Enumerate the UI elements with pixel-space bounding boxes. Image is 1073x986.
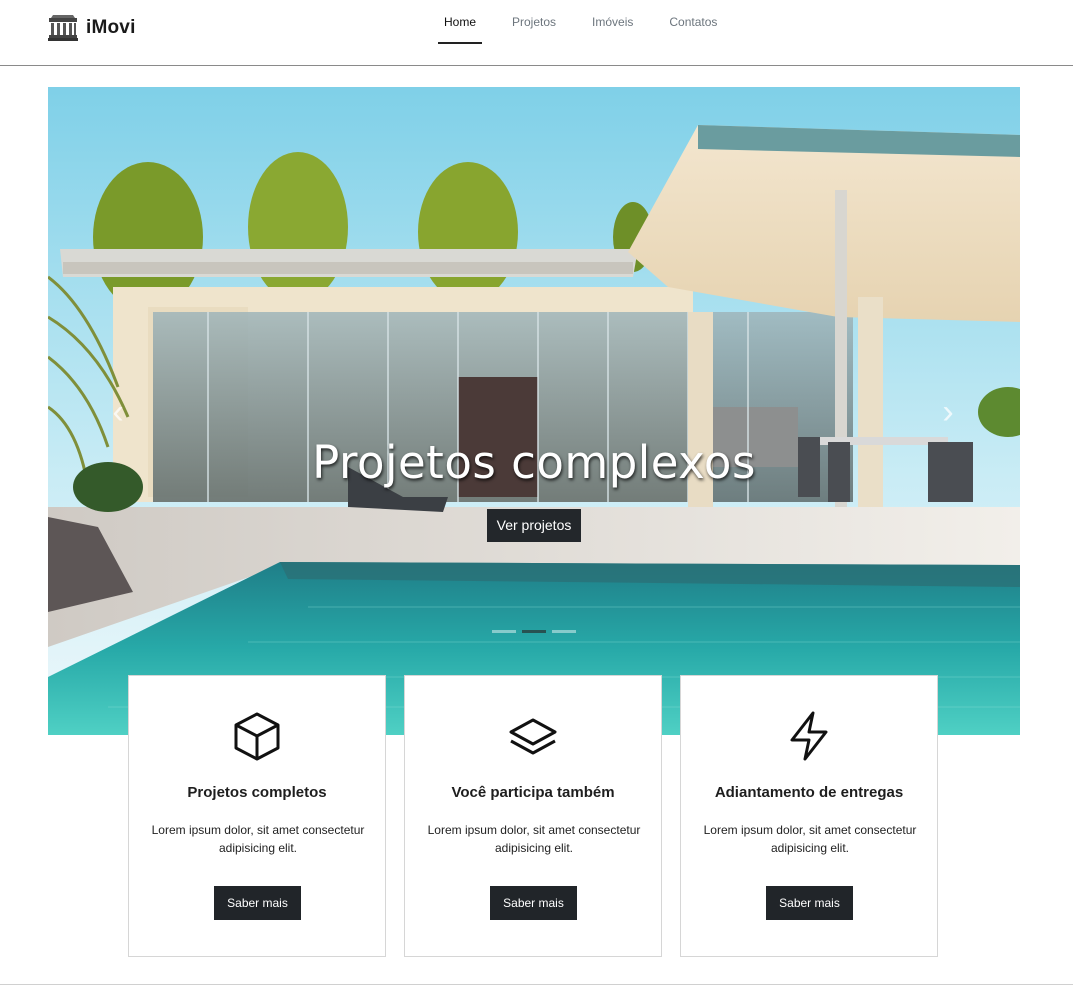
saber-mais-button[interactable]: Saber mais bbox=[490, 886, 577, 920]
feature-card: Adiantamento de entregas Lorem ipsum dol… bbox=[680, 675, 938, 957]
carousel-next-button[interactable]: › bbox=[933, 387, 963, 437]
hero-house-image bbox=[48, 87, 1020, 735]
navbar: iMovi Home Projetos Imóveis Contatos bbox=[0, 0, 1073, 66]
chevron-right-icon: › bbox=[942, 392, 954, 431]
carousel-indicator[interactable] bbox=[552, 630, 576, 633]
card-title: Você participa também bbox=[451, 784, 615, 801]
feature-card: Projetos completos Lorem ipsum dolor, si… bbox=[128, 675, 386, 957]
saber-mais-button[interactable]: Saber mais bbox=[214, 886, 301, 920]
chevron-left-icon: ‹ bbox=[112, 392, 124, 431]
feature-card: Você participa também Lorem ipsum dolor,… bbox=[404, 675, 662, 957]
carousel-indicator[interactable] bbox=[492, 630, 516, 633]
card-title: Adiantamento de entregas bbox=[714, 784, 904, 801]
carousel-caption: Projetos complexos Ver projetos bbox=[48, 437, 1020, 542]
brand-name: iMovi bbox=[86, 17, 136, 38]
card-text: Lorem ipsum dolor, sit amet consectetur … bbox=[427, 823, 641, 855]
nav-contatos[interactable]: Contatos bbox=[669, 0, 717, 44]
ver-projetos-button[interactable]: Ver projetos bbox=[486, 509, 582, 542]
card-text: Lorem ipsum dolor, sit amet consectetur … bbox=[151, 823, 365, 855]
layers-icon bbox=[405, 710, 661, 762]
footer-divider bbox=[0, 984, 1073, 985]
saber-mais-button[interactable]: Saber mais bbox=[766, 886, 853, 920]
carousel-prev-button[interactable]: ‹ bbox=[103, 387, 133, 437]
card-text: Lorem ipsum dolor, sit amet consectetur … bbox=[703, 823, 917, 855]
main-nav: Home Projetos Imóveis Contatos bbox=[438, 0, 717, 44]
carousel-caption-title: Projetos complexos bbox=[312, 436, 756, 489]
carousel-indicator[interactable] bbox=[522, 630, 546, 633]
zap-icon bbox=[681, 710, 937, 762]
nav-imoveis[interactable]: Imóveis bbox=[592, 0, 633, 44]
card-title: Projetos completos bbox=[187, 784, 327, 801]
carousel-indicators bbox=[48, 630, 1020, 633]
building-columns-icon bbox=[48, 15, 78, 41]
box-icon bbox=[129, 710, 385, 762]
hero-carousel: ‹ › Projetos complexos Ver projetos bbox=[48, 87, 1020, 735]
brand-link[interactable]: iMovi bbox=[48, 14, 136, 42]
nav-home[interactable]: Home bbox=[438, 0, 482, 44]
nav-projetos[interactable]: Projetos bbox=[512, 0, 556, 44]
